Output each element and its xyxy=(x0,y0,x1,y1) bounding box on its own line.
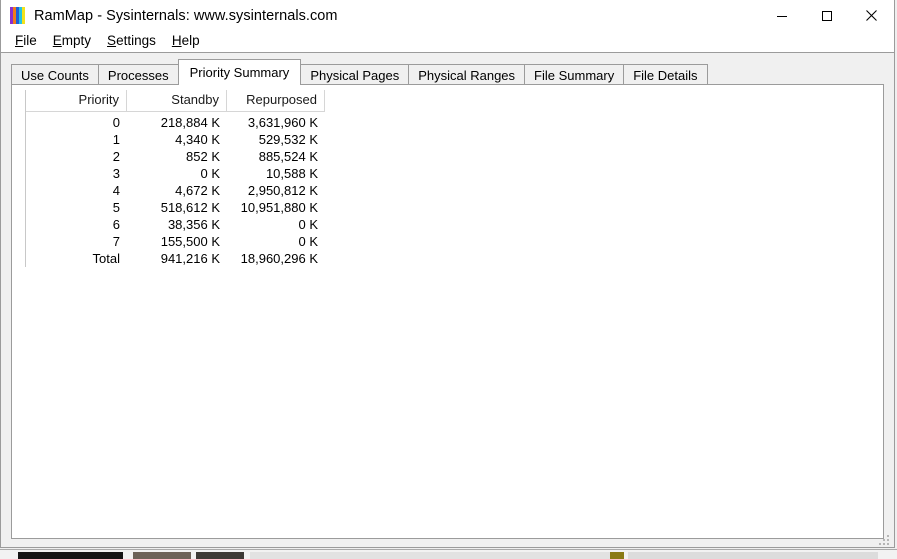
window-controls xyxy=(759,0,894,31)
maximize-button[interactable] xyxy=(804,0,849,31)
maximize-icon xyxy=(821,10,833,22)
cell-priority: 3 xyxy=(26,165,127,182)
cell-standby: 852 K xyxy=(127,148,227,165)
cell-priority: 7 xyxy=(26,233,127,250)
tab-physical-ranges[interactable]: Physical Ranges xyxy=(408,64,525,85)
cell-priority: 0 xyxy=(26,114,127,131)
column-header-standby[interactable]: Standby xyxy=(127,90,227,111)
cell-repurposed: 10,588 K xyxy=(227,165,325,182)
cell-standby: 218,884 K xyxy=(127,114,227,131)
table-row[interactable]: 3 0 K 10,588 K xyxy=(26,165,325,182)
cell-repurposed: 3,631,960 K xyxy=(227,114,325,131)
cell-priority: 1 xyxy=(26,131,127,148)
cell-priority: 2 xyxy=(26,148,127,165)
menu-bar: File Empty Settings Help xyxy=(1,31,894,52)
table-row[interactable]: 5 518,612 K 10,951,880 K xyxy=(26,199,325,216)
minimize-icon xyxy=(776,10,788,22)
cell-repurposed: 0 K xyxy=(227,233,325,250)
table-row[interactable]: 2 852 K 885,524 K xyxy=(26,148,325,165)
cell-repurposed: 885,524 K xyxy=(227,148,325,165)
cell-standby: 155,500 K xyxy=(127,233,227,250)
table-row[interactable]: 7 155,500 K 0 K xyxy=(26,233,325,250)
cell-priority: 4 xyxy=(26,182,127,199)
cell-repurposed: 2,950,812 K xyxy=(227,182,325,199)
minimize-button[interactable] xyxy=(759,0,804,31)
menu-file-rest: ile xyxy=(23,33,37,48)
menu-item-empty[interactable]: Empty xyxy=(46,32,100,51)
taskbar-sliver xyxy=(0,549,897,559)
priority-summary-list[interactable]: Priority Standby Repurposed 0 218,884 K … xyxy=(25,90,325,267)
table-row[interactable]: 6 38,356 K 0 K xyxy=(26,216,325,233)
cell-priority: Total xyxy=(26,250,127,267)
column-header-priority[interactable]: Priority xyxy=(26,90,127,111)
menu-help-rest: elp xyxy=(182,33,200,48)
cell-standby: 38,356 K xyxy=(127,216,227,233)
tab-strip: Use Counts Processes Priority Summary Ph… xyxy=(1,59,894,85)
menu-empty-accel: E xyxy=(53,33,62,48)
menu-settings-accel: S xyxy=(107,33,116,48)
tab-use-counts[interactable]: Use Counts xyxy=(11,64,99,85)
cell-repurposed: 10,951,880 K xyxy=(227,199,325,216)
cell-standby: 4,340 K xyxy=(127,131,227,148)
cell-standby: 4,672 K xyxy=(127,182,227,199)
close-icon xyxy=(865,9,878,22)
tab-priority-summary[interactable]: Priority Summary xyxy=(178,59,302,85)
table-row[interactable]: 1 4,340 K 529,532 K xyxy=(26,131,325,148)
menu-file-accel: F xyxy=(15,33,23,48)
column-header-repurposed[interactable]: Repurposed xyxy=(227,90,325,111)
cell-repurposed: 529,532 K xyxy=(227,131,325,148)
menu-settings-rest: ettings xyxy=(116,33,156,48)
cell-repurposed: 0 K xyxy=(227,216,325,233)
window-title: RamMap - Sysinternals: www.sysinternals.… xyxy=(34,8,338,24)
cell-priority: 6 xyxy=(26,216,127,233)
table-row-total[interactable]: Total 941,216 K 18,960,296 K xyxy=(26,250,325,267)
menu-item-help[interactable]: Help xyxy=(165,32,209,51)
menu-help-accel: H xyxy=(172,33,182,48)
close-button[interactable] xyxy=(849,0,894,31)
tab-file-details[interactable]: File Details xyxy=(623,64,707,85)
title-bar[interactable]: RamMap - Sysinternals: www.sysinternals.… xyxy=(1,0,894,31)
table-row[interactable]: 4 4,672 K 2,950,812 K xyxy=(26,182,325,199)
tab-file-summary[interactable]: File Summary xyxy=(524,64,624,85)
cell-standby: 941,216 K xyxy=(127,250,227,267)
table-row[interactable]: 0 218,884 K 3,631,960 K xyxy=(26,114,325,131)
rammap-window: RamMap - Sysinternals: www.sysinternals.… xyxy=(0,0,895,548)
rammap-stripes-icon xyxy=(10,7,25,24)
list-body: 0 218,884 K 3,631,960 K 1 4,340 K 529,53… xyxy=(26,112,325,267)
tab-area: Use Counts Processes Priority Summary Ph… xyxy=(1,53,894,85)
tab-processes[interactable]: Processes xyxy=(98,64,179,85)
menu-item-file[interactable]: File xyxy=(8,32,46,51)
tab-physical-pages[interactable]: Physical Pages xyxy=(300,64,409,85)
cell-standby: 0 K xyxy=(127,165,227,182)
menu-item-settings[interactable]: Settings xyxy=(100,32,165,51)
menu-empty-rest: mpty xyxy=(62,33,91,48)
tab-panel-priority-summary: Priority Standby Repurposed 0 218,884 K … xyxy=(11,84,884,539)
cell-priority: 5 xyxy=(26,199,127,216)
cell-standby: 518,612 K xyxy=(127,199,227,216)
list-header-row: Priority Standby Repurposed xyxy=(26,90,325,112)
cell-repurposed: 18,960,296 K xyxy=(227,250,325,267)
